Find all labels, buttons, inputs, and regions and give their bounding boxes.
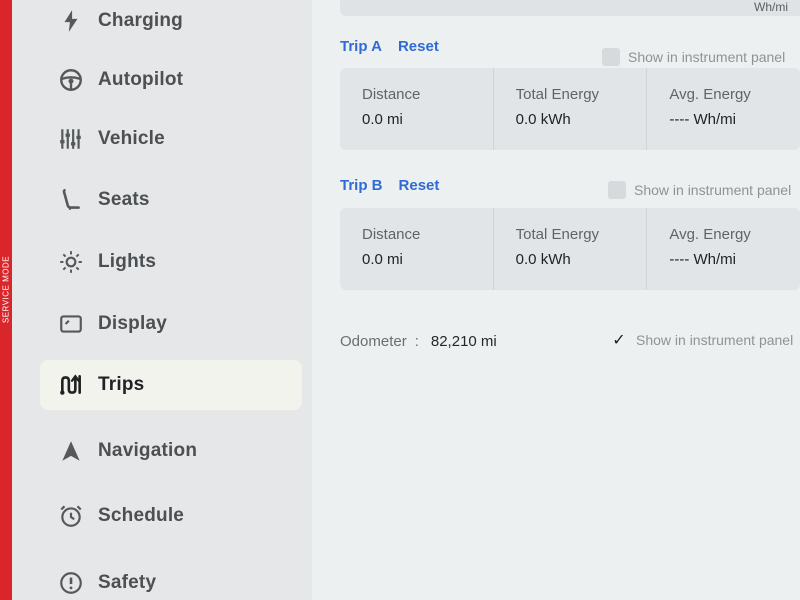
metric-value: 0.0 mi [362, 111, 403, 128]
metric-label: Avg. Energy [669, 226, 751, 243]
metric-value: ---- Wh/mi [669, 111, 736, 128]
steering-wheel-icon [58, 67, 84, 93]
sidebar-item-label: Schedule [98, 505, 185, 526]
sidebar-item-label: Trips [98, 374, 145, 395]
trip-b-avg-energy: Avg. Energy ---- Wh/mi [646, 208, 800, 290]
trip-a-title: Trip A [340, 38, 382, 55]
trip-a-distance: Distance 0.0 mi [340, 68, 493, 150]
service-mode-strip: SERVICE MODE [0, 0, 12, 600]
previous-card-unit: Wh/mi [754, 0, 788, 14]
sidebar-item-charging[interactable]: Charging [40, 0, 302, 46]
service-mode-label: SERVICE MODE [1, 255, 11, 324]
trip-a-reset-button[interactable]: Reset [398, 38, 439, 55]
odometer-value: 82,210 mi [430, 333, 497, 350]
sidebar-item-label: Lights [98, 251, 157, 272]
trips-settings-screen: SERVICE MODE Charging Autopilot Vehicle [0, 0, 800, 600]
sidebar-item-label: Seats [98, 189, 150, 210]
trip-b-header: Trip B Reset [340, 177, 439, 194]
odometer-show-in-panel-label: Show in instrument panel [636, 332, 794, 348]
sidebar-item-label: Navigation [98, 440, 198, 461]
sidebar-item-label: Charging [98, 10, 183, 31]
alert-circle-icon [58, 570, 84, 596]
checkbox-icon [602, 48, 620, 66]
sidebar-item-trips[interactable]: Trips [40, 360, 302, 410]
sidebar-item-vehicle[interactable]: Vehicle [40, 114, 302, 164]
sidebar-item-display[interactable]: Display [40, 299, 302, 349]
metric-label: Total Energy [515, 86, 600, 103]
trips-icon [58, 372, 84, 398]
checkbox-icon [608, 181, 626, 199]
sun-icon [58, 249, 84, 275]
trip-a-total-energy: Total Energy 0.0 kWh [492, 68, 647, 150]
odometer-show-in-panel-toggle[interactable]: ✓ Show in instrument panel [610, 331, 793, 349]
previous-card-remnant: Wh/mi [340, 0, 800, 16]
metric-value: 0.0 kWh [515, 251, 571, 268]
metric-label: Distance [362, 86, 421, 103]
trip-a-show-in-panel-toggle[interactable]: Show in instrument panel [602, 48, 785, 66]
sidebar-item-navigation[interactable]: Navigation [40, 426, 302, 476]
metric-value: ---- Wh/mi [669, 251, 736, 268]
odometer-row: Odometer:82,210 mi [340, 333, 497, 350]
odometer-separator: : [414, 333, 419, 350]
sliders-icon [58, 126, 84, 152]
trip-b-reset-button[interactable]: Reset [399, 177, 440, 194]
lightning-bolt-icon [58, 8, 84, 34]
sidebar-item-autopilot[interactable]: Autopilot [40, 55, 302, 105]
settings-sidebar: Charging Autopilot Vehicle Seats Lights [12, 0, 312, 600]
trip-a-show-in-panel-label: Show in instrument panel [628, 49, 786, 65]
trip-a-header: Trip A Reset [340, 38, 439, 55]
metric-value: 0.0 kWh [515, 111, 571, 128]
sidebar-item-label: Vehicle [98, 128, 165, 149]
trip-b-show-in-panel-toggle[interactable]: Show in instrument panel [608, 181, 791, 199]
trip-b-distance: Distance 0.0 mi [340, 208, 493, 290]
metric-label: Avg. Energy [669, 86, 751, 103]
sidebar-item-seats[interactable]: Seats [40, 175, 302, 225]
sidebar-item-label: Autopilot [98, 69, 184, 90]
sidebar-item-safety[interactable]: Safety [40, 558, 302, 600]
trips-panel: Wh/mi Trip A Reset Show in instrument pa… [312, 0, 800, 600]
metric-label: Total Energy [515, 226, 600, 243]
metric-value: 0.0 mi [362, 251, 403, 268]
display-icon [58, 311, 84, 337]
trip-a-card: Distance 0.0 mi Total Energy 0.0 kWh Avg… [340, 68, 800, 150]
sidebar-item-label: Display [98, 313, 167, 334]
navigation-arrow-icon [58, 438, 84, 464]
trip-b-total-energy: Total Energy 0.0 kWh [492, 208, 647, 290]
trip-a-avg-energy: Avg. Energy ---- Wh/mi [646, 68, 800, 150]
sidebar-item-lights[interactable]: Lights [40, 237, 302, 287]
seat-icon [58, 187, 84, 213]
trip-b-card: Distance 0.0 mi Total Energy 0.0 kWh Avg… [340, 208, 800, 290]
metric-label: Distance [362, 226, 421, 243]
sidebar-item-schedule[interactable]: Schedule [40, 491, 302, 541]
trip-b-show-in-panel-label: Show in instrument panel [634, 182, 792, 198]
odometer-label: Odometer [340, 333, 407, 350]
checkmark-icon: ✓ [612, 332, 626, 349]
alarm-clock-icon [58, 503, 84, 529]
trip-b-title: Trip B [340, 177, 383, 194]
sidebar-item-label: Safety [98, 572, 157, 593]
